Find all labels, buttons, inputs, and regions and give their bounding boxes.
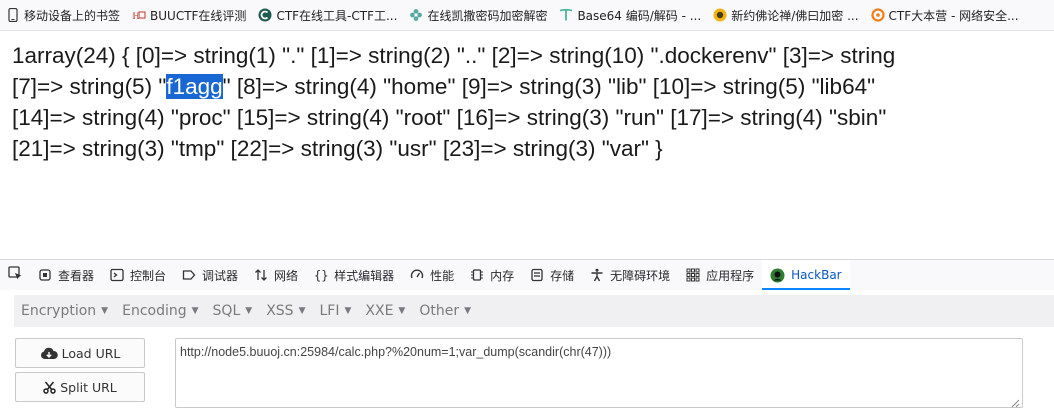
caret-down-icon: ▼ xyxy=(245,306,253,316)
bookmark-label: 移动设备上的书签 xyxy=(24,8,121,23)
bookmark-label: BUUCTF在线评测 xyxy=(150,8,247,23)
accessibility-icon xyxy=(590,268,604,282)
menu-label: XSS xyxy=(266,303,294,319)
network-icon xyxy=(254,268,268,282)
bookmark-ctf-camp[interactable]: CTF大本营 - 网络安全... xyxy=(867,2,1025,28)
menu-sql[interactable]: SQL ▼ xyxy=(213,303,253,319)
picker-icon xyxy=(7,265,23,285)
output-line: [14]=> string(4) "proc" [15]=> string(4)… xyxy=(12,105,887,130)
storage-icon xyxy=(530,268,544,282)
menu-label: Encoding xyxy=(122,303,187,319)
output-line: 1array(24) { [0]=> string(1) "." [1]=> s… xyxy=(12,43,896,68)
caret-down-icon: ▼ xyxy=(101,306,109,316)
element-picker-button[interactable] xyxy=(0,260,30,290)
output-line: [21]=> string(3) "tmp" [22]=> string(3) … xyxy=(12,136,663,161)
tab-label: 存储 xyxy=(550,268,575,283)
caret-down-icon: ▼ xyxy=(191,306,199,316)
cloud-download-icon xyxy=(40,347,58,360)
debugger-icon xyxy=(182,268,196,282)
tab-label: 网络 xyxy=(274,268,299,283)
tab-storage[interactable]: 存储 xyxy=(522,260,582,290)
inspector-icon xyxy=(38,268,52,282)
menu-label: SQL xyxy=(212,303,241,319)
menu-other[interactable]: Other ▼ xyxy=(419,303,471,319)
memory-icon xyxy=(470,268,484,282)
tab-memory[interactable]: 内存 xyxy=(462,260,522,290)
tab-label: 调试器 xyxy=(202,268,239,283)
hackbar-panel: Encryption ▼ Encoding ▼ SQL ▼ XSS ▼ LFI ▼ XXE… xyxy=(0,290,1054,332)
output-text: " [8]=> string(4) "home" [9]=> string(3)… xyxy=(222,74,876,99)
tab-label: 控制台 xyxy=(130,268,167,283)
bookmarks-bar: 移动设备上的书签 ℍ BUUCTF在线评测 CTF在线工具-CTF工... 在线… xyxy=(0,0,1054,31)
performance-icon xyxy=(410,268,424,282)
hackbar-menu: Encryption ▼ Encoding ▼ SQL ▼ XSS ▼ LFI ▼ XXE… xyxy=(14,295,1054,327)
hackbar-icon xyxy=(770,268,785,283)
buuctf-icon: ℍ xyxy=(132,8,146,22)
caret-down-icon: ▼ xyxy=(398,306,406,316)
bookmark-buddha[interactable]: 新约佛论禅/佛曰加密 ... xyxy=(709,2,864,28)
resize-grip-icon[interactable] xyxy=(1010,393,1051,408)
application-icon xyxy=(686,268,700,282)
bookmark-caesar[interactable]: 在线凯撒密码加密解密 xyxy=(405,2,553,28)
menu-encryption[interactable]: Encryption ▼ xyxy=(21,303,108,319)
svg-text:{}: {} xyxy=(314,269,328,283)
menu-encoding[interactable]: Encoding ▼ xyxy=(122,303,198,319)
url-input[interactable]: http://node5.buuoj.cn:25984/calc.php?%20… xyxy=(175,338,1023,408)
bookmark-label: Base64 编码/解码 - ... xyxy=(577,8,702,23)
menu-label: XXE xyxy=(365,303,394,319)
bookmark-label: 在线凯撒密码加密解密 xyxy=(427,8,548,23)
caret-down-icon: ▼ xyxy=(344,306,352,316)
menu-xss[interactable]: XSS ▼ xyxy=(266,303,305,319)
output-line: [7]=> string(5) "f1agg" [8]=> string(4) … xyxy=(12,71,1054,102)
tab-application[interactable]: 应用程序 xyxy=(678,260,762,290)
tab-label: 内存 xyxy=(490,268,515,283)
page-output: 1array(24) { [0]=> string(1) "." [1]=> s… xyxy=(12,40,1054,164)
menu-lfi[interactable]: LFI ▼ xyxy=(319,303,351,319)
bookmark-label: 新约佛论禅/佛曰加密 ... xyxy=(731,8,859,23)
tab-label: HackBar xyxy=(791,268,842,282)
tab-label: 性能 xyxy=(430,268,455,283)
bookmark-base64[interactable]: Base64 编码/解码 - ... xyxy=(555,2,707,28)
menu-label: Other xyxy=(419,303,460,319)
ctf-tools-icon xyxy=(258,8,272,22)
style-editor-icon: {} xyxy=(314,268,328,283)
tab-console[interactable]: 控制台 xyxy=(102,260,174,290)
bookmark-buuctf[interactable]: ℍ BUUCTF在线评测 xyxy=(128,2,252,28)
load-url-label: Load URL xyxy=(61,345,121,361)
buddha-icon xyxy=(713,8,727,22)
tab-label: 样式编辑器 xyxy=(334,268,395,283)
mobile-bookmarks-icon xyxy=(6,8,20,22)
flower-icon xyxy=(409,8,423,22)
scissors-icon xyxy=(43,381,56,394)
tab-inspector[interactable]: 查看器 xyxy=(30,260,102,290)
tab-label: 无障碍环境 xyxy=(610,268,671,283)
console-icon xyxy=(110,268,124,282)
tab-label: 查看器 xyxy=(58,268,95,283)
bookmark-ctf-tools[interactable]: CTF在线工具-CTF工... xyxy=(254,2,403,28)
menu-label: Encryption xyxy=(21,303,97,319)
tab-network[interactable]: 网络 xyxy=(246,260,306,290)
menu-xxe[interactable]: XXE ▼ xyxy=(365,303,405,319)
bookmark-label: CTF大本营 - 网络安全... xyxy=(888,8,1019,23)
base64-icon xyxy=(559,8,573,22)
devtools-toolbar: 查看器 控制台 调试器 网络 {} 样式编辑器 性能 内存 存储 无障碍环境 应… xyxy=(0,259,1054,291)
output-text: [7]=> string(5) " xyxy=(12,74,167,99)
tab-accessibility[interactable]: 无障碍环境 xyxy=(582,260,678,290)
menu-label: LFI xyxy=(319,303,340,319)
selected-text: f1agg xyxy=(166,74,223,99)
tab-debugger[interactable]: 调试器 xyxy=(174,260,246,290)
ctf-camp-icon xyxy=(870,8,885,22)
load-url-button[interactable]: Load URL xyxy=(15,338,145,368)
bookmark-mobile[interactable]: 移动设备上的书签 xyxy=(2,2,126,28)
tab-label: 应用程序 xyxy=(706,268,755,283)
split-url-button[interactable]: Split URL xyxy=(15,372,145,402)
split-url-label: Split URL xyxy=(60,379,117,395)
tab-hackbar[interactable]: HackBar xyxy=(762,260,850,290)
bookmark-label: CTF在线工具-CTF工... xyxy=(276,8,398,23)
caret-down-icon: ▼ xyxy=(298,306,306,316)
caret-down-icon: ▼ xyxy=(464,306,472,316)
tab-style-editor[interactable]: {} 样式编辑器 xyxy=(306,260,402,290)
tab-performance[interactable]: 性能 xyxy=(402,260,462,290)
